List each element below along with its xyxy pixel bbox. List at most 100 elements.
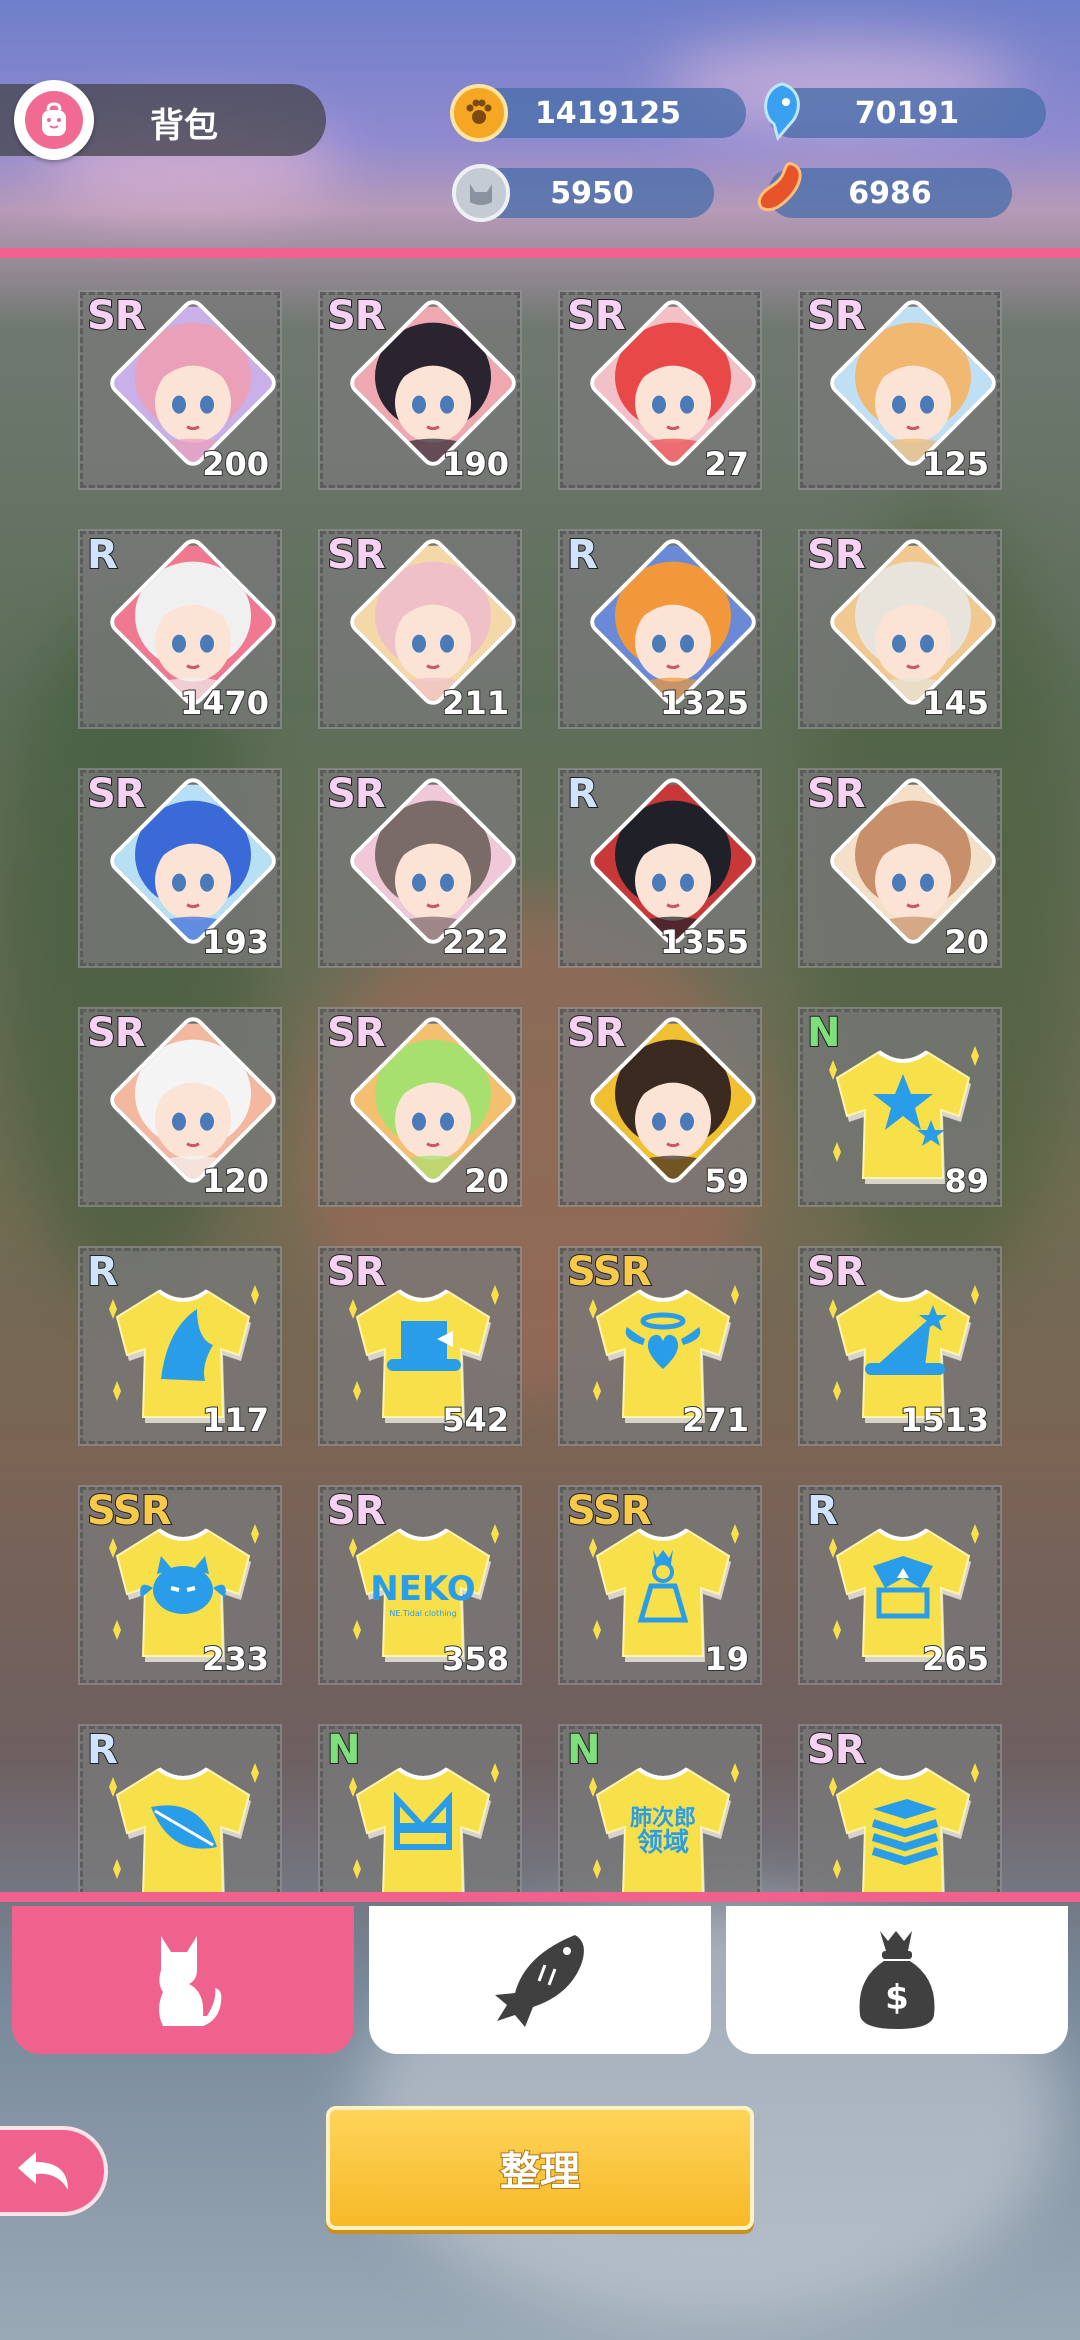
inventory-grid[interactable]: SR 200 SR 190 SR 27 SR 125 R 1470 SR 211… — [0, 258, 1080, 1892]
rarity-badge: SR — [326, 1248, 387, 1296]
rarity-badge: SR — [86, 1009, 147, 1057]
rarity-badge: R — [806, 1487, 839, 1535]
inventory-slot[interactable]: N 89 — [798, 1007, 1002, 1207]
tab-fish[interactable] — [369, 1906, 711, 2054]
inventory-slot[interactable]: NEKO NE.Tidal clothing SR 358 — [318, 1485, 522, 1685]
item-count: 542 — [441, 1400, 510, 1440]
rarity-badge: R — [86, 531, 119, 579]
grid-fade — [0, 1832, 1080, 1892]
inventory-slot[interactable]: SSR 233 — [78, 1485, 282, 1685]
silver-cat-icon — [452, 164, 510, 222]
rarity-badge: SR — [806, 1726, 867, 1774]
rarity-badge: SR — [86, 292, 147, 340]
item-count: 125 — [921, 444, 990, 484]
header-divider — [0, 248, 1080, 258]
item-count: 1470 — [179, 683, 270, 723]
blue-fish-icon — [752, 82, 810, 142]
blue-fish-value: 70191 — [854, 95, 960, 131]
silver-cat-value: 5950 — [550, 175, 634, 211]
backpack-icon — [14, 80, 94, 160]
red-bean-value: 6986 — [848, 175, 932, 211]
rarity-badge: N — [806, 1009, 842, 1057]
inventory-slot[interactable]: SR 1513 — [798, 1246, 1002, 1446]
inventory-slot[interactable]: SR 190 — [318, 290, 522, 490]
item-count: 145 — [921, 683, 990, 723]
rarity-badge: SR — [566, 1009, 627, 1057]
rarity-badge: N — [566, 1726, 602, 1774]
rarity-badge: SR — [806, 292, 867, 340]
rarity-badge: R — [566, 531, 599, 579]
paw-coin-icon — [450, 84, 508, 142]
item-count: 59 — [703, 1161, 750, 1201]
inventory-slot[interactable]: SR 542 — [318, 1246, 522, 1446]
inventory-slot[interactable]: SSR 271 — [558, 1246, 762, 1446]
rarity-badge: N — [326, 1726, 362, 1774]
money-bag-icon: $ — [859, 1931, 935, 2029]
inventory-slot[interactable]: SR 222 — [318, 768, 522, 968]
inventory-slot[interactable]: SR 125 — [798, 290, 1002, 490]
rarity-badge: SSR — [566, 1248, 653, 1296]
inventory-slot[interactable]: SR 200 — [78, 290, 282, 490]
item-count: 211 — [441, 683, 510, 723]
organize-label: 整理 — [499, 2148, 581, 2196]
inventory-slot[interactable]: SR 20 — [798, 768, 1002, 968]
item-count: 222 — [441, 922, 510, 962]
item-count: 193 — [201, 922, 270, 962]
svg-text:$: $ — [885, 1978, 909, 2018]
rarity-badge: SR — [326, 770, 387, 818]
inventory-slot[interactable]: SR 27 — [558, 290, 762, 490]
item-count: 1513 — [899, 1400, 990, 1440]
item-count: 27 — [703, 444, 750, 484]
inventory-slot[interactable]: SR 211 — [318, 529, 522, 729]
tab-cats[interactable] — [12, 1906, 354, 2054]
rarity-badge: SR — [326, 292, 387, 340]
back-arrow-icon — [18, 2152, 68, 2190]
rarity-badge: SR — [806, 1248, 867, 1296]
paw-coin-value: 1419125 — [534, 95, 682, 131]
page-title: 背包 — [150, 106, 218, 146]
item-count: 20 — [943, 922, 990, 962]
inventory-slot[interactable]: R 265 — [798, 1485, 1002, 1685]
item-count: 271 — [681, 1400, 750, 1440]
inventory-slot[interactable]: SSR 19 — [558, 1485, 762, 1685]
rarity-badge: SR — [326, 1009, 387, 1057]
item-count: 358 — [441, 1639, 510, 1679]
inventory-slot[interactable]: SR 20 — [318, 1007, 522, 1207]
item-count: 120 — [201, 1161, 270, 1201]
rarity-badge: R — [566, 770, 599, 818]
inventory-slot[interactable]: R 1470 — [78, 529, 282, 729]
bag-header: 背包 — [0, 80, 326, 160]
item-count: 190 — [441, 444, 510, 484]
item-count: 89 — [943, 1161, 990, 1201]
inventory-slot[interactable]: R 1325 — [558, 529, 762, 729]
svg-text:NE.Tidal clothing: NE.Tidal clothing — [389, 1609, 456, 1618]
inventory-slot[interactable]: R 117 — [78, 1246, 282, 1446]
rarity-badge: SR — [806, 770, 867, 818]
rarity-badge: R — [86, 1726, 119, 1774]
fish-icon — [495, 1935, 584, 2027]
svg-text:NEKO: NEKO — [370, 1569, 475, 1609]
inventory-slot[interactable]: SR 59 — [558, 1007, 762, 1207]
item-count: 1355 — [659, 922, 750, 962]
inventory-slot[interactable]: SR 145 — [798, 529, 1002, 729]
rarity-badge: R — [86, 1248, 119, 1296]
inventory-slot[interactable]: SR 120 — [78, 1007, 282, 1207]
item-count: 265 — [921, 1639, 990, 1679]
rarity-badge: SR — [566, 292, 627, 340]
rarity-badge: SR — [806, 531, 867, 579]
item-count: 1325 — [659, 683, 750, 723]
organize-button[interactable]: 整理 — [326, 2106, 754, 2230]
item-count: 19 — [703, 1639, 750, 1679]
inventory-slot[interactable]: R 1355 — [558, 768, 762, 968]
tab-items[interactable]: $ — [726, 1906, 1068, 2054]
rarity-badge: SR — [326, 1487, 387, 1535]
back-button[interactable] — [0, 2126, 108, 2216]
rarity-badge: SSR — [566, 1487, 653, 1535]
inventory-slot[interactable]: SR 193 — [78, 768, 282, 968]
item-count: 20 — [463, 1161, 510, 1201]
tabs-divider — [0, 1892, 1080, 1902]
resource-paw-coin: 1419125 — [470, 88, 746, 138]
item-count: 200 — [201, 444, 270, 484]
rarity-badge: SR — [326, 531, 387, 579]
red-bean-icon — [752, 160, 810, 218]
